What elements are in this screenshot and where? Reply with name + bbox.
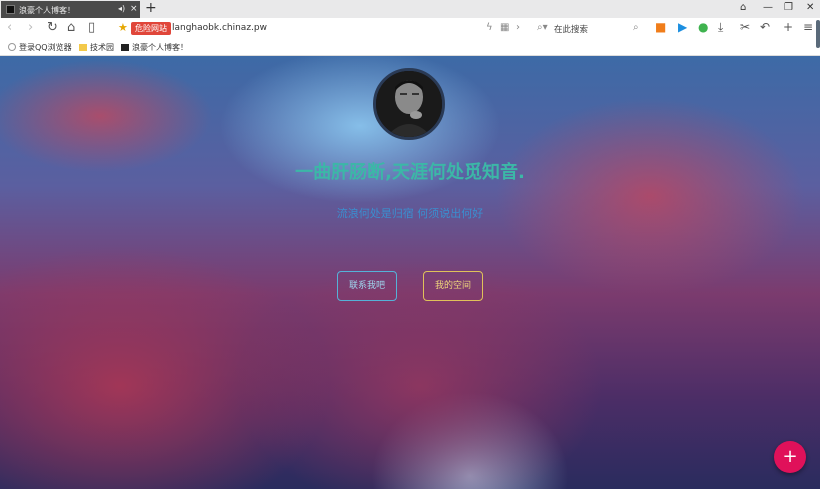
- bookmark-label: 浪豪个人博客！: [132, 43, 188, 52]
- bookmark-item[interactable]: 登录QQ浏览器: [8, 42, 72, 53]
- qrcode-icon[interactable]: ▦: [500, 22, 509, 33]
- home-icon[interactable]: ⌂: [67, 21, 75, 35]
- menu-icon[interactable]: ≡: [803, 20, 813, 34]
- bookmark-label: 技术园: [90, 43, 114, 52]
- search-engine-icon[interactable]: ⌕▾: [537, 22, 548, 33]
- undo-icon[interactable]: ↶: [760, 20, 770, 34]
- reader-icon[interactable]: ▯: [88, 21, 95, 35]
- tab-active[interactable]: 浪豪个人博客！ ◂) ×: [1, 1, 140, 18]
- download-icon[interactable]: ⤓: [718, 20, 723, 34]
- lightning-icon[interactable]: ϟ: [486, 22, 493, 33]
- bookmarks-bar: 登录QQ浏览器 技术园 浪豪个人博客！: [0, 39, 820, 56]
- minimize-icon[interactable]: —: [763, 2, 773, 13]
- my-space-button[interactable]: 我的空间: [423, 271, 483, 301]
- close-tab-icon[interactable]: ×: [130, 4, 138, 14]
- search-input[interactable]: 在此搜索: [554, 23, 588, 35]
- side-scrollbar[interactable]: [816, 20, 820, 48]
- page-content: 一曲肝肠断,天涯何处觅知音. 流浪何处是归宿 何须说出何好 联系我吧 我的空间 …: [0, 56, 820, 489]
- wechat-icon[interactable]: ●: [698, 20, 708, 34]
- bookmark-label: 登录QQ浏览器: [19, 43, 72, 52]
- restore-icon[interactable]: ❐: [784, 2, 793, 13]
- skin-icon[interactable]: ⌂: [740, 2, 746, 13]
- reload-icon[interactable]: ↻: [47, 21, 58, 35]
- tab-title: 浪豪个人博客！: [19, 6, 75, 15]
- back-icon[interactable]: ‹: [7, 21, 12, 35]
- avatar: [373, 68, 445, 140]
- chevron-right-icon[interactable]: ›: [516, 22, 520, 33]
- url-text[interactable]: langhaobk.chinaz.pw: [172, 23, 267, 33]
- plus-icon[interactable]: +: [783, 20, 793, 34]
- star-icon[interactable]: ★: [118, 21, 128, 34]
- folder-icon: [79, 44, 87, 51]
- speaker-icon[interactable]: ◂): [118, 4, 125, 13]
- danger-badge[interactable]: 危险网站: [131, 22, 171, 35]
- bookmark-item[interactable]: 浪豪个人博客！: [121, 42, 188, 53]
- tab-strip: 浪豪个人博客！ ◂) × + ⌂ — ❐ ✕: [0, 0, 820, 19]
- page-headline: 一曲肝肠断,天涯何处觅知音.: [295, 162, 525, 183]
- page-subtitle: 流浪何处是归宿 何须说出何好: [336, 207, 484, 220]
- add-fab-button[interactable]: +: [774, 441, 806, 473]
- portrait-image: [376, 71, 442, 137]
- close-window-icon[interactable]: ✕: [806, 2, 814, 13]
- video-icon[interactable]: ■: [655, 20, 666, 34]
- search-icon[interactable]: ⌕: [633, 22, 639, 33]
- address-bar: ‹ › ↻ ⌂ ▯ ★ 危险网站 langhaobk.chinaz.pw ϟ ▦…: [0, 18, 820, 39]
- scissors-icon[interactable]: ✂: [740, 20, 750, 34]
- bookmark-item[interactable]: 技术园: [79, 42, 114, 53]
- new-tab-button[interactable]: +: [145, 0, 157, 17]
- site-icon: [121, 44, 129, 51]
- browser-chrome: 浪豪个人博客！ ◂) × + ⌂ — ❐ ✕ ‹ › ↻ ⌂ ▯ ★ 危险网站 …: [0, 0, 820, 56]
- contact-button[interactable]: 联系我吧: [337, 271, 397, 301]
- favicon: [6, 5, 15, 14]
- forward-icon[interactable]: ›: [28, 21, 33, 35]
- play-icon[interactable]: ▶: [678, 20, 687, 34]
- user-icon: [8, 43, 16, 51]
